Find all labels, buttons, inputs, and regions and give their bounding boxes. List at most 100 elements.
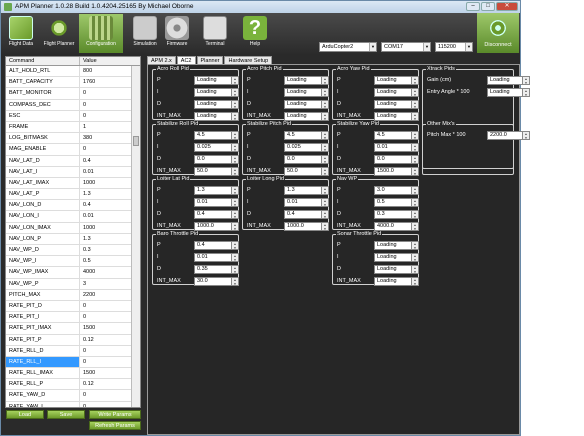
numeric-input[interactable]: 0.01 [284,197,322,207]
spinner-buttons[interactable]: ▲ ▼ [412,276,419,286]
table-row[interactable]: NAV_WP_IMAX 4000 [6,267,140,279]
numeric-input[interactable]: Loading [194,99,232,109]
numeric-input[interactable]: 4000.0 [374,221,412,231]
table-row[interactable]: NAV_LAT_D 0.4 [6,155,140,167]
numeric-input[interactable]: Loading [374,99,412,109]
numeric-input[interactable]: 3.0 [374,185,412,195]
chevron-down-icon[interactable]: ▼ [412,117,418,121]
numeric-input[interactable]: 50.0 [194,166,232,176]
chevron-down-icon[interactable]: ▼ [232,117,238,121]
chevron-down-icon[interactable]: ▼ [232,191,238,195]
table-row[interactable]: NAV_WP_I 0.5 [6,256,140,268]
numeric-input[interactable]: Loading [487,87,523,97]
flight-planner-button[interactable]: Flight Planner [41,14,77,53]
spinner-buttons[interactable]: ▲ ▼ [523,130,530,140]
numeric-input[interactable]: 4.5 [374,130,412,140]
spinner-buttons[interactable]: ▲ ▼ [232,185,239,195]
spinner-buttons[interactable]: ▲ ▼ [412,209,419,219]
table-row[interactable]: ALT_HOLD_RTL 800 [6,66,140,78]
numeric-input[interactable]: 0.0 [284,154,322,164]
chevron-down-icon[interactable]: ▼ [232,148,238,152]
chevron-down-icon[interactable]: ▼ [412,227,418,231]
numeric-input[interactable]: 0.01 [194,197,232,207]
spinner-buttons[interactable]: ▲ ▼ [412,264,419,274]
spinner-buttons[interactable]: ▲ ▼ [412,252,419,262]
table-row[interactable]: NAV_WP_D 0.3 [6,245,140,257]
table-row[interactable]: NAV_LON_IMAX 1000 [6,222,140,234]
chevron-down-icon[interactable]: ▼ [232,160,238,164]
chevron-down-icon[interactable]: ▼ [412,282,418,286]
spinner-buttons[interactable]: ▲ ▼ [412,185,419,195]
table-row[interactable]: RATE_PIT_P 0.12 [6,334,140,346]
numeric-input[interactable]: 30.0 [194,276,232,286]
table-row[interactable]: RATE_YAW_I 0 [6,401,140,407]
table-row[interactable]: RATE_PIT_D 0 [6,300,140,313]
spinner-buttons[interactable]: ▲ ▼ [232,276,239,286]
chevron-down-icon[interactable]: ▼ [412,105,418,109]
chevron-down-icon[interactable]: ▼ [322,136,328,140]
chevron-down-icon[interactable]: ▼ [412,160,418,164]
table-row[interactable]: NAV_WP_P 3 [6,278,140,290]
spinner-buttons[interactable]: ▲ ▼ [322,111,329,121]
chevron-down-icon[interactable]: ▼ [412,215,418,219]
table-row[interactable]: COMPASS_DEC 0 [6,99,140,111]
numeric-input[interactable]: Loading [284,99,322,109]
numeric-input[interactable]: 0.4 [284,209,322,219]
numeric-input[interactable]: Loading [374,264,412,274]
spinner-buttons[interactable]: ▲ ▼ [232,142,239,152]
spinner-buttons[interactable]: ▲ ▼ [232,166,239,176]
chevron-down-icon[interactable]: ▼ [322,105,328,109]
spinner-buttons[interactable]: ▲ ▼ [412,197,419,207]
numeric-input[interactable]: Loading [194,87,232,97]
numeric-input[interactable]: 0.3 [374,209,412,219]
chevron-down-icon[interactable]: ▼ [322,203,328,207]
scrollbar-thumb[interactable] [133,136,139,146]
spinner-buttons[interactable]: ▲ ▼ [232,111,239,121]
chevron-down-icon[interactable]: ▼ [232,215,238,219]
chevron-down-icon[interactable]: ▼ [322,148,328,152]
chevron-down-icon[interactable]: ▼ [412,246,418,250]
chevron-down-icon[interactable]: ▼ [322,160,328,164]
spinner-buttons[interactable]: ▲ ▼ [322,87,329,97]
spinner-buttons[interactable]: ▲ ▼ [412,99,419,109]
numeric-input[interactable]: 0.01 [374,142,412,152]
numeric-input[interactable]: 0.5 [374,197,412,207]
spinner-buttons[interactable]: ▲ ▼ [412,142,419,152]
chevron-down-icon[interactable]: ▼ [523,93,529,97]
table-row[interactable]: MAG_ENABLE 0 [6,144,140,156]
minimize-button[interactable]: – [466,2,480,11]
numeric-input[interactable]: Loading [194,111,232,121]
spinner-buttons[interactable]: ▲ ▼ [232,99,239,109]
spinner-buttons[interactable]: ▲ ▼ [232,264,239,274]
spinner-buttons[interactable]: ▲ ▼ [412,87,419,97]
spinner-buttons[interactable]: ▲ ▼ [322,154,329,164]
table-row[interactable]: RATE_PIT_I 0 [6,312,140,324]
numeric-input[interactable]: 1.3 [284,185,322,195]
numeric-input[interactable]: Loading [374,252,412,262]
chevron-down-icon[interactable]: ▼ [232,81,238,85]
chevron-down-icon[interactable]: ▼ [412,172,418,176]
parameter-scrollbar[interactable] [131,66,140,407]
numeric-input[interactable]: 1.3 [194,185,232,195]
spinner-buttons[interactable]: ▲ ▼ [322,185,329,195]
table-row[interactable]: RATE_RLL_IMAX 1500 [6,368,140,380]
numeric-input[interactable]: Loading [284,87,322,97]
chevron-down-icon[interactable]: ▼ [412,203,418,207]
table-row[interactable]: RATE_PIT_IMAX 1500 [6,323,140,335]
table-row[interactable]: PITCH_MAX 2200 [6,289,140,301]
spinner-buttons[interactable]: ▲ ▼ [232,240,239,250]
spinner-buttons[interactable]: ▲ ▼ [322,166,329,176]
spinner-buttons[interactable]: ▲ ▼ [412,75,419,85]
spinner-buttons[interactable]: ▲ ▼ [232,197,239,207]
table-row[interactable]: RATE_YAW_D 0 [6,390,140,402]
table-row[interactable]: NAV_LON_I 0.01 [6,211,140,223]
table-row[interactable]: NAV_LAT_I 0.01 [6,166,140,178]
table-row[interactable]: NAV_LAT_P 1.3 [6,189,140,201]
chevron-down-icon[interactable]: ▼ [232,270,238,274]
chevron-down-icon[interactable]: ▼ [232,105,238,109]
chevron-down-icon[interactable]: ▼ [232,258,238,262]
chevron-down-icon[interactable]: ▼ [523,81,529,85]
write-params-button[interactable]: Write Params [89,410,141,419]
chevron-down-icon[interactable]: ▼ [232,136,238,140]
spinner-buttons[interactable]: ▲ ▼ [322,99,329,109]
